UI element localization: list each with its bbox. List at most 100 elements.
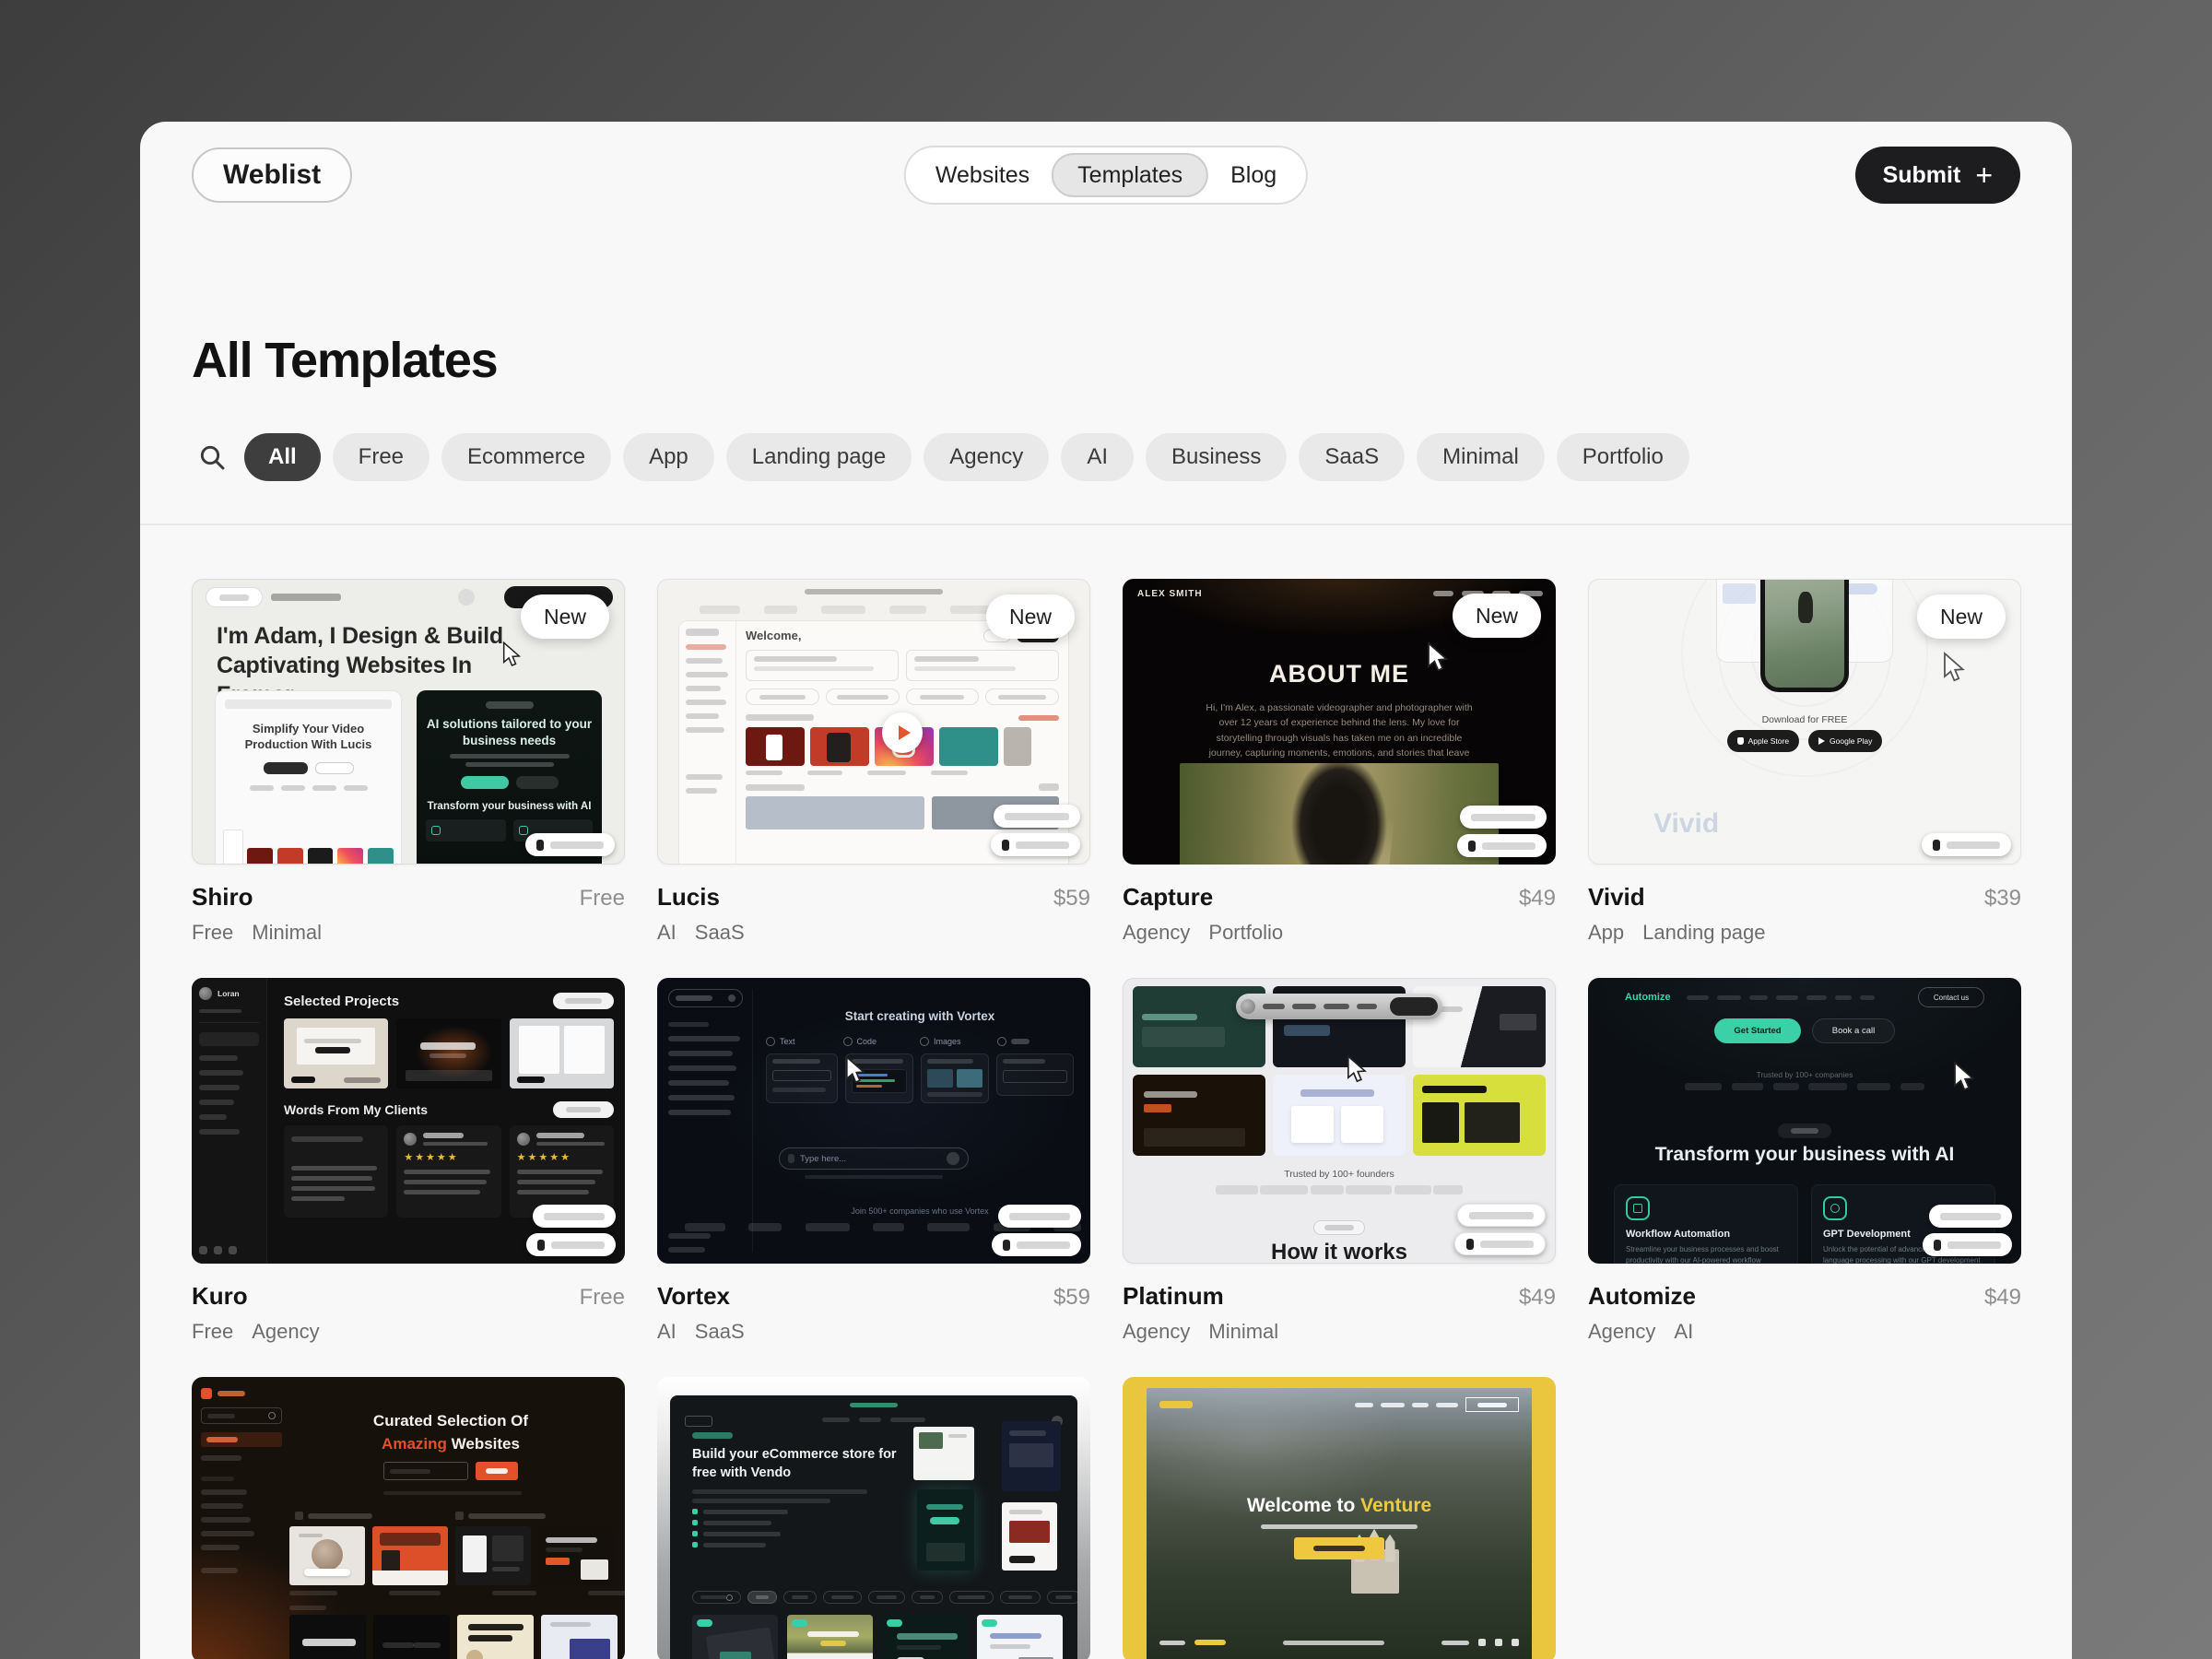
tag[interactable]: Landing page xyxy=(1642,921,1765,945)
section-header: Words From My Clients xyxy=(284,1101,614,1118)
thumbnail-kuro[interactable]: Loran xyxy=(192,978,625,1264)
template-name[interactable]: Vortex xyxy=(657,1282,730,1311)
gpt-icon xyxy=(1823,1196,1847,1220)
nav-item-templates[interactable]: Templates xyxy=(1052,153,1208,197)
text-bar xyxy=(1017,1241,1070,1249)
filter-chip-app[interactable]: App xyxy=(623,433,714,481)
text-bar xyxy=(486,701,534,709)
view-toggle xyxy=(1039,783,1059,791)
nav-item-blog[interactable]: Blog xyxy=(1208,147,1299,203)
filter-chip-minimal[interactable]: Minimal xyxy=(1417,433,1545,481)
tag[interactable]: App xyxy=(1588,921,1624,945)
thumbnail-vortex[interactable]: Start creating with Vortex Text Code Ima… xyxy=(657,978,1090,1264)
tile-captions xyxy=(289,1591,625,1595)
template-name[interactable]: Capture xyxy=(1123,883,1213,912)
tag[interactable]: AI xyxy=(1674,1320,1693,1344)
panel-bar xyxy=(1144,1128,1245,1147)
search-icon[interactable] xyxy=(192,435,232,479)
tag[interactable]: SaaS xyxy=(695,1320,745,1344)
send-icon xyxy=(947,1152,959,1165)
template-name[interactable]: Automize xyxy=(1588,1282,1696,1311)
submit-button[interactable]: Submit + xyxy=(1855,147,2020,204)
thumb-heading: Build your eCommerce store for free with… xyxy=(692,1446,923,1482)
thumbnail-capture[interactable]: New ALEX SMITH ABOUT ME Hi, I'm Alex, a … xyxy=(1123,579,1556,865)
tag[interactable]: Free xyxy=(192,1320,233,1344)
thumbnail-platinum[interactable]: Trusted by 100+ founders How it works xyxy=(1123,978,1556,1264)
menu-bar xyxy=(199,1129,240,1135)
filter-chip-landing-page[interactable]: Landing page xyxy=(726,433,912,481)
bullet xyxy=(692,1520,923,1525)
card-info: Vortex $59 xyxy=(657,1282,1090,1311)
tag[interactable]: Free xyxy=(192,921,233,945)
nav-bar xyxy=(1292,1004,1316,1009)
tag[interactable]: Agency xyxy=(1123,921,1190,945)
placeholder-bar xyxy=(390,1469,430,1474)
template-name[interactable]: Platinum xyxy=(1123,1282,1224,1311)
weblist-logo[interactable]: Weblist xyxy=(192,147,352,203)
caption-bar xyxy=(289,1591,337,1595)
view-docs-button xyxy=(553,1101,614,1118)
tag[interactable]: Agency xyxy=(1123,1320,1190,1344)
text-bar xyxy=(877,1595,897,1599)
nav-bar xyxy=(1749,995,1768,1000)
mini-card xyxy=(463,1535,487,1572)
filter-chip-ecommerce[interactable]: Ecommerce xyxy=(441,433,611,481)
nav-bar xyxy=(859,1418,881,1422)
text-bar xyxy=(1159,1641,1185,1645)
text-bar xyxy=(423,1142,488,1146)
label-bar xyxy=(344,1077,381,1083)
mini-chip xyxy=(823,1591,862,1604)
book-call-button: Book a call xyxy=(1812,1018,1895,1043)
template-name[interactable]: Shiro xyxy=(192,883,253,912)
text-bar xyxy=(299,1534,323,1537)
new-badge: New xyxy=(1453,594,1541,638)
thumbnail-lucis[interactable]: New xyxy=(657,579,1090,865)
tag[interactable]: Minimal xyxy=(252,921,322,945)
template-name[interactable]: Vivid xyxy=(1588,883,1645,912)
heading-prefix: Welcome to xyxy=(1247,1495,1355,1516)
tag[interactable]: Portfolio xyxy=(1208,921,1283,945)
thumb-heading: Welcome to Venture xyxy=(1147,1495,1532,1517)
image-bar xyxy=(1723,583,1756,604)
logo-bar xyxy=(700,606,740,614)
tag[interactable]: AI xyxy=(657,1320,677,1344)
template-name[interactable]: Kuro xyxy=(192,1282,248,1311)
thumbnail-curated[interactable]: Curated Selection Of Amazing Websites xyxy=(192,1377,625,1659)
thumbnail-automize[interactable]: Automize Contact us Get Started Book a c… xyxy=(1588,978,2021,1264)
mini-card xyxy=(581,1559,608,1580)
heading-rest: Websites xyxy=(452,1435,520,1453)
text-bar xyxy=(990,1633,1041,1639)
tag[interactable]: AI xyxy=(657,921,677,945)
filter-chip-saas[interactable]: SaaS xyxy=(1299,433,1405,481)
sidebar-footer xyxy=(668,1233,743,1253)
filter-chip-agency[interactable]: Agency xyxy=(924,433,1049,481)
tag[interactable]: Agency xyxy=(1588,1320,1655,1344)
thumbnail-vivid[interactable]: New Download for FREE xyxy=(1588,579,2021,865)
button-bar xyxy=(315,762,354,774)
section-label xyxy=(295,1512,455,1520)
floating-nav xyxy=(1236,994,1442,1019)
filter-chip-free[interactable]: Free xyxy=(333,433,429,481)
tag[interactable]: Agency xyxy=(252,1320,319,1344)
thumbnail-shiro[interactable]: New I'm Adam, I Design & Build Captivati… xyxy=(192,579,625,865)
tag[interactable]: Minimal xyxy=(1208,1320,1278,1344)
accent-bar xyxy=(1144,1104,1171,1112)
filter-chip-all[interactable]: All xyxy=(244,433,321,481)
template-name[interactable]: Lucis xyxy=(657,883,720,912)
filter-chip-ai[interactable]: AI xyxy=(1061,433,1134,481)
framer-icon xyxy=(1002,840,1009,851)
thumbnail-venture[interactable]: Welcome to Venture xyxy=(1123,1377,1556,1659)
filter-chip-portfolio[interactable]: Portfolio xyxy=(1557,433,1689,481)
weblist-page: Weblist Websites Templates Blog Submit +… xyxy=(140,122,2072,1659)
template-price: Free xyxy=(580,886,625,912)
tag[interactable]: SaaS xyxy=(695,921,745,945)
category-labels: Text Code Images xyxy=(766,1037,1074,1046)
filter-chip-business[interactable]: Business xyxy=(1146,433,1287,481)
thumbnail-vendo[interactable]: Build your eCommerce store for free with… xyxy=(657,1377,1090,1659)
mini-box xyxy=(906,650,1059,681)
nav-item-websites[interactable]: Websites xyxy=(913,147,1052,203)
mini-buttons xyxy=(426,776,593,789)
template-tags: AI SaaS xyxy=(657,1320,1090,1344)
chat-item-bar xyxy=(668,1051,733,1056)
media-tile xyxy=(368,848,394,865)
